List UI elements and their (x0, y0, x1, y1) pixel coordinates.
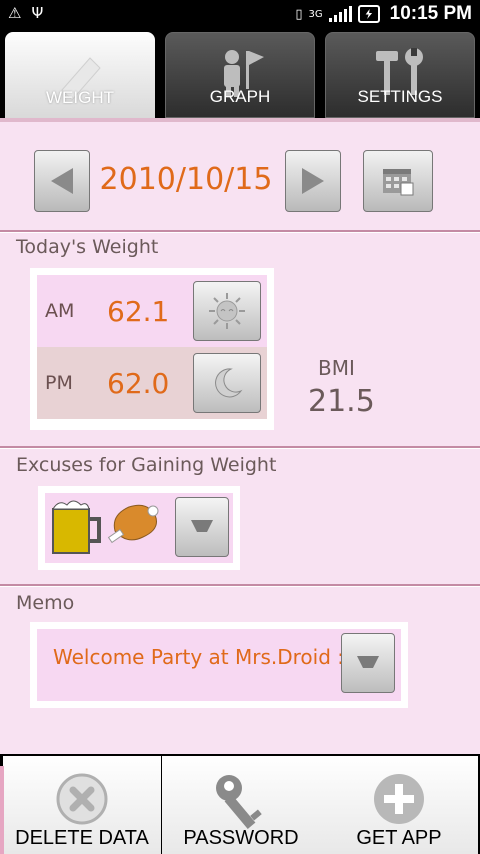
tab-settings-label: SETTINGS (357, 87, 443, 106)
left-arrow-icon (51, 168, 73, 194)
status-bar: ⚠ Ψ ▯ 3G 10:15 PM (0, 0, 480, 30)
delete-data-button[interactable]: DELETE DATA (3, 756, 161, 854)
bmi-label: BMI (318, 356, 355, 380)
key-icon (216, 775, 262, 830)
delete-icon (56, 773, 108, 825)
get-app-button[interactable]: GET APP (320, 756, 478, 854)
vibrate-icon: ▯ (295, 6, 303, 22)
clock: 10:15 PM (389, 3, 472, 24)
am-sun-button[interactable] (193, 281, 261, 341)
am-label: AM (45, 300, 75, 322)
moon-icon (215, 368, 243, 398)
calendar-button[interactable] (363, 150, 433, 212)
warning-icon: ⚠ (8, 4, 22, 22)
am-weight-value[interactable]: 62.1 (99, 295, 193, 328)
pm-weight-value[interactable]: 62.0 (99, 367, 193, 400)
pm-label: PM (45, 372, 73, 394)
previous-day-button[interactable] (34, 150, 90, 212)
get-app-label: GET APP (356, 827, 442, 849)
memo-box: Welcome Party at Mrs.Droid :-) (30, 622, 408, 708)
divider (0, 446, 480, 448)
network-type: 3G (308, 8, 323, 20)
memo-row: Welcome Party at Mrs.Droid :-) (37, 629, 401, 701)
tab-bar: WEIGHT GRAPH SETTINGS (0, 30, 480, 118)
delete-data-label: DELETE DATA (15, 827, 149, 849)
tab-weight-label: WEIGHT (46, 88, 114, 107)
today-weight-title: Today's Weight (16, 236, 159, 258)
options-menu: DELETE DATA PASSWORD GET APP (0, 754, 480, 854)
memo-text[interactable]: Welcome Party at Mrs.Droid :-) (53, 645, 359, 669)
pm-row: PM 62.0 (37, 347, 267, 419)
beer-icon (49, 497, 105, 561)
tab-graph[interactable]: GRAPH (165, 32, 315, 118)
divider (0, 584, 480, 586)
am-row: AM 62.1 (37, 275, 267, 347)
plus-icon (374, 774, 424, 824)
date-display[interactable]: 2010/10/15 (96, 162, 276, 197)
battery-charging-icon (357, 5, 380, 23)
pm-moon-button[interactable] (193, 353, 261, 413)
weight-panel: 2010/10/15 Today's Weight AM 62.1 PM 62.… (0, 118, 480, 754)
bmi-value: 21.5 (308, 384, 375, 419)
next-day-button[interactable] (285, 150, 341, 212)
tab-weight[interactable]: WEIGHT (5, 32, 155, 118)
meat-icon (107, 501, 163, 555)
password-button[interactable]: PASSWORD (162, 756, 320, 854)
right-arrow-icon (302, 168, 324, 194)
memo-dropdown-button[interactable] (341, 633, 395, 693)
chevron-down-icon (357, 656, 379, 668)
chevron-down-icon (191, 520, 213, 532)
divider (0, 230, 480, 232)
weight-panel-box: AM 62.1 PM 62.0 (30, 268, 274, 430)
memo-title: Memo (16, 592, 75, 614)
calendar-icon (383, 169, 414, 196)
edge-strip (0, 766, 4, 854)
signal-icon (328, 6, 352, 22)
usb-icon: Ψ (31, 4, 44, 22)
tab-settings[interactable]: SETTINGS (325, 32, 475, 118)
excuses-box (38, 486, 240, 570)
sun-icon (209, 293, 245, 329)
excuses-row (45, 493, 233, 563)
excuses-title: Excuses for Gaining Weight (16, 454, 277, 476)
tab-graph-label: GRAPH (209, 87, 271, 106)
excuses-dropdown-button[interactable] (175, 497, 229, 557)
password-label: PASSWORD (183, 827, 299, 849)
